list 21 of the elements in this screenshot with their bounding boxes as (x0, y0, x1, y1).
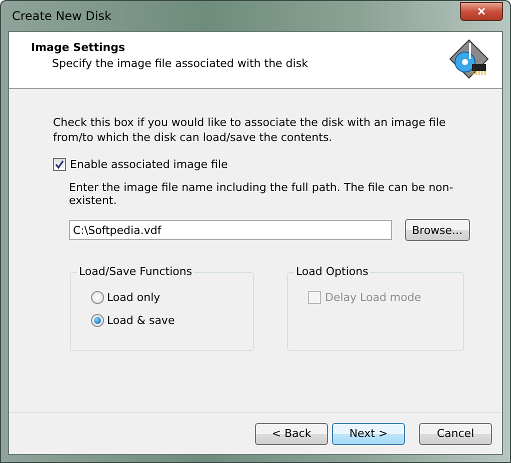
radio-label: Load only (107, 291, 160, 304)
disk-chip-icon (448, 38, 490, 80)
browse-button[interactable]: Browse... (405, 219, 470, 241)
instruction-text: Check this box if you would like to associate the disk with an image file from/to which the disk can load/save the contents. (53, 115, 447, 145)
close-button[interactable]: × (460, 2, 503, 20)
wizard-button[interactable]: Next > (332, 422, 405, 444)
radio-button[interactable] (91, 314, 104, 327)
wizard-button[interactable]: < Back (255, 422, 328, 444)
group-title: Load/Save Functions (77, 265, 194, 278)
group-title: Load Options (294, 265, 370, 278)
radio-label: Load & save (107, 314, 175, 327)
wizard-button[interactable]: Cancel (419, 422, 492, 444)
checkbox[interactable] (53, 158, 66, 171)
checkbox-label: Delay Load mode (325, 291, 422, 304)
radio-button[interactable] (91, 291, 104, 304)
path-field[interactable]: C:\Softpedia.vdf (69, 220, 392, 240)
checkbox-label: Enable associated image file (70, 158, 228, 171)
path-hint: Enter the image file name including the full path. The file can be non-existent. (69, 181, 454, 207)
page-title: Image Settings (31, 41, 126, 54)
window-title: Create New Disk (11, 9, 112, 23)
page-subtitle: Specify the image file associated with the disk (51, 57, 308, 70)
